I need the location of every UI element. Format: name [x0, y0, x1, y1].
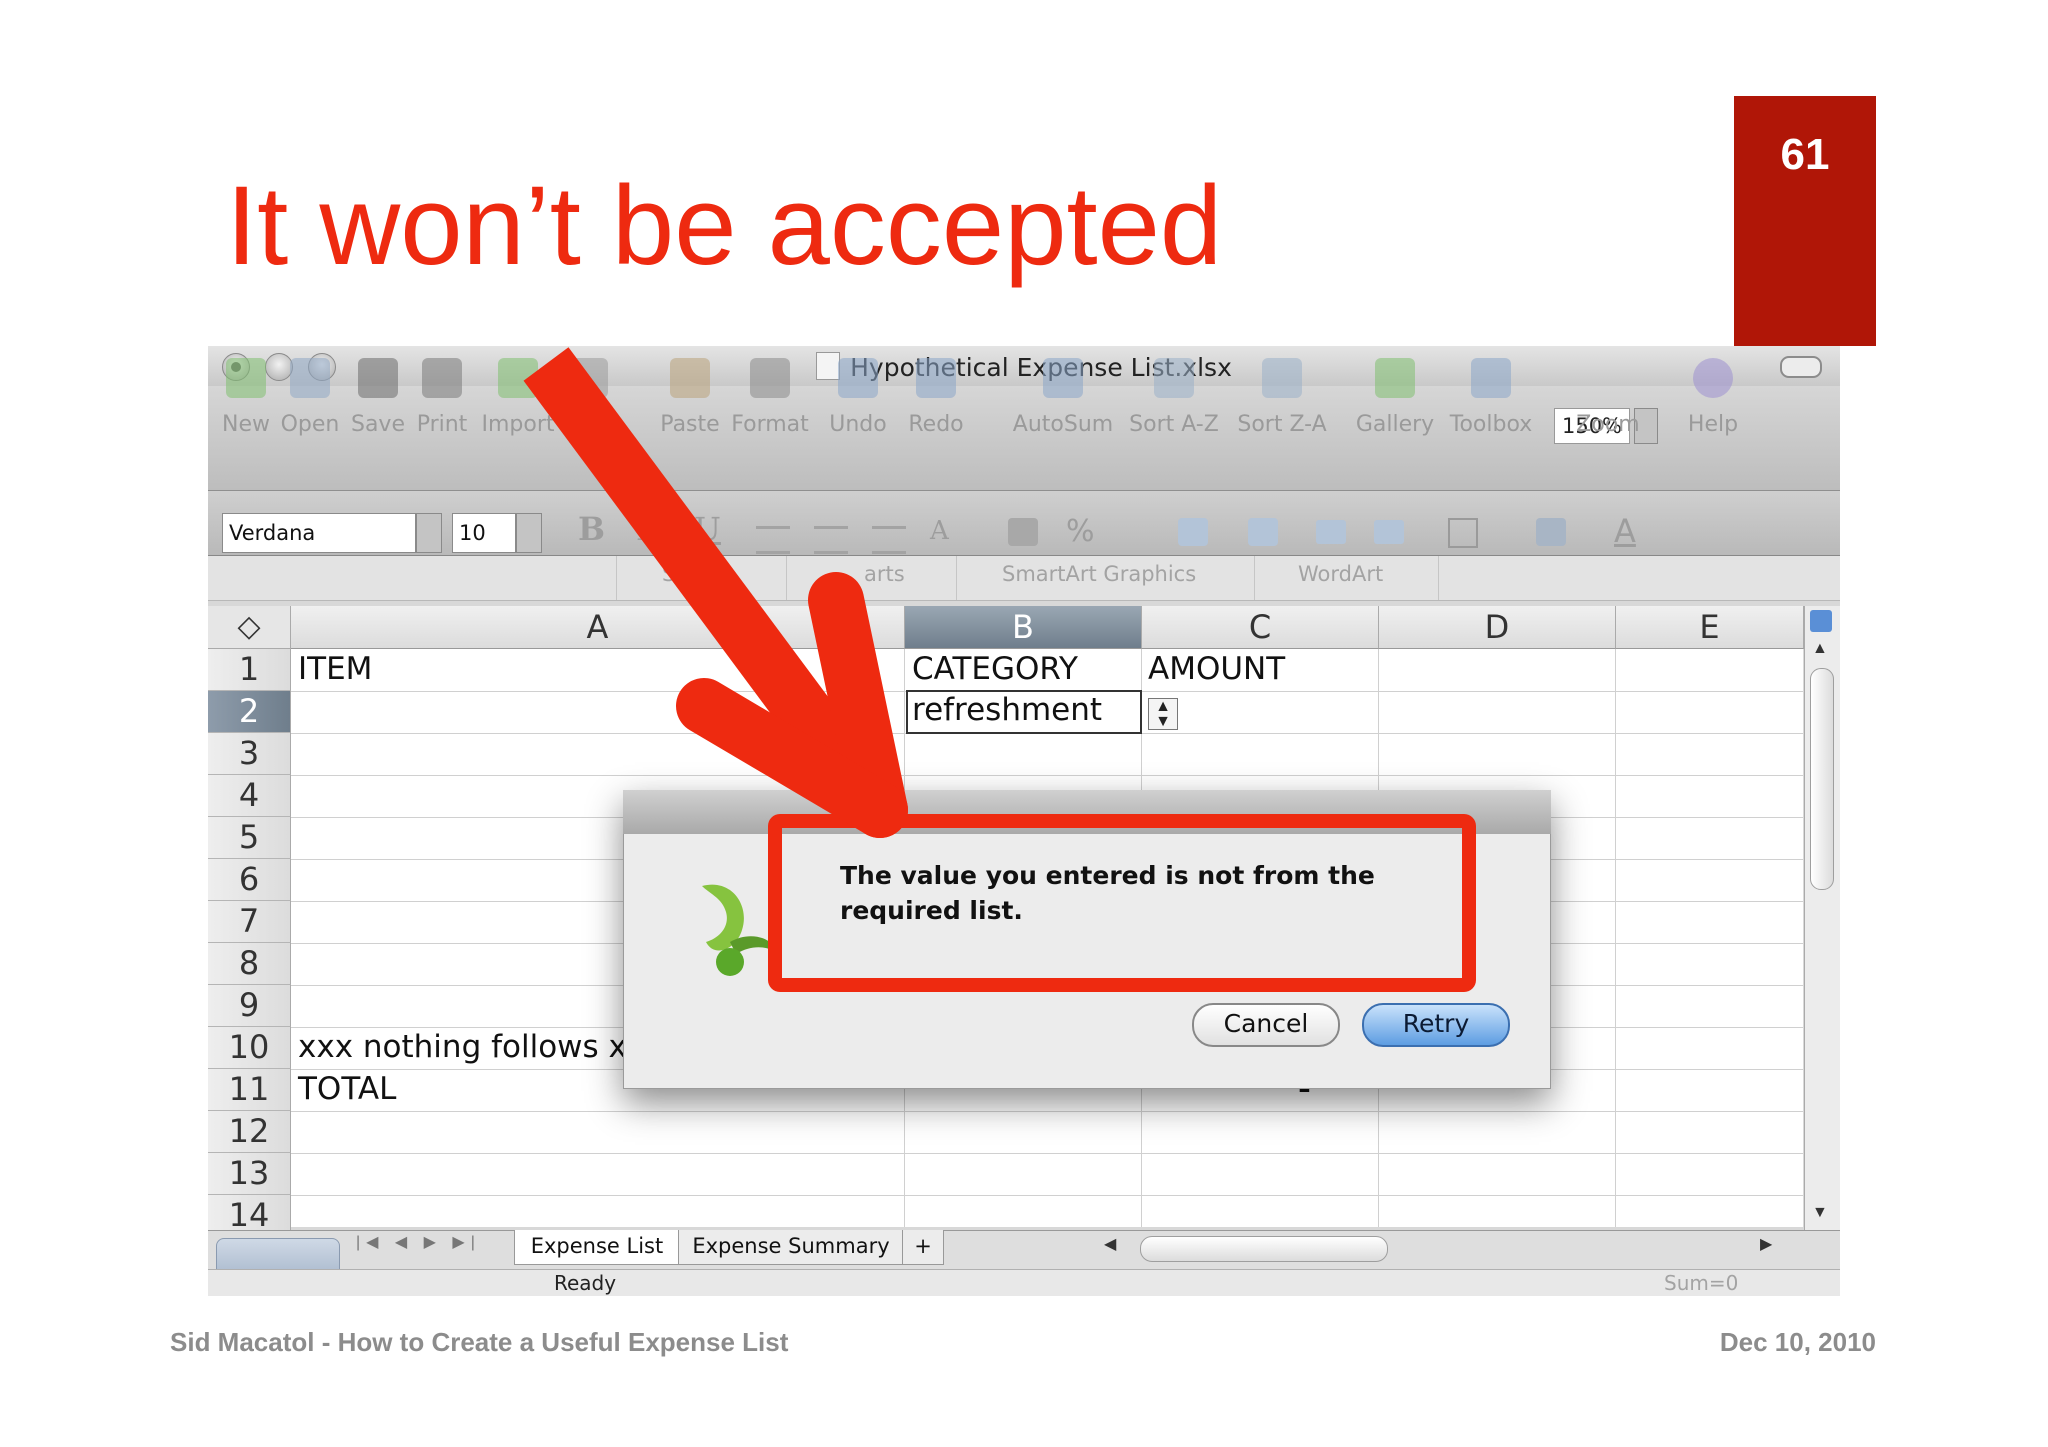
red-arrow-annotation — [523, 347, 908, 838]
footer-date: Dec 10, 2010 — [1719, 1327, 1876, 1357]
footer-author-title: Sid Macatol - How to Create a Useful Exp… — [170, 1327, 789, 1357]
